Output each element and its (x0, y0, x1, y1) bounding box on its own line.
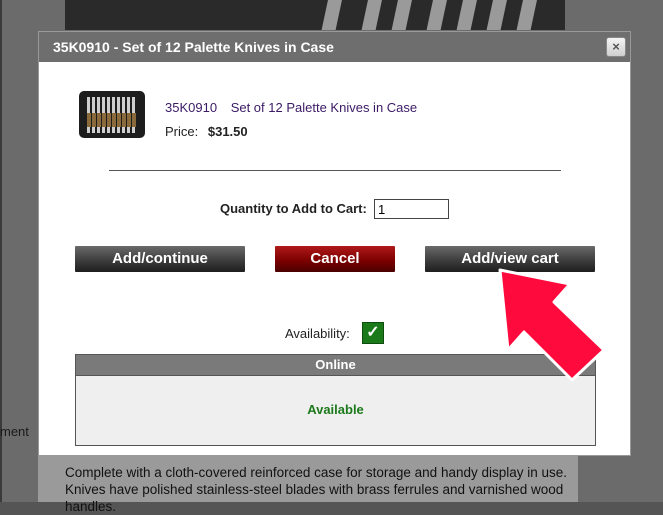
divider (109, 170, 561, 171)
close-button[interactable]: × (606, 37, 626, 57)
close-icon: × (612, 39, 620, 54)
add-to-cart-dialog: 35K0910 - Set of 12 Palette Knives in Ca… (38, 31, 631, 456)
product-name-link[interactable]: 35K0910 Set of 12 Palette Knives in Case (165, 100, 417, 115)
availability-label: Availability: (285, 326, 350, 341)
background-sidebar-text: ment (0, 424, 29, 439)
price-label: Price: (165, 124, 199, 139)
background-description: Complete with a cloth-covered reinforced… (38, 456, 578, 514)
pointer-arrow-icon (498, 268, 606, 382)
product-sku: 35K0910 (165, 100, 218, 115)
product-thumbnail[interactable] (79, 91, 145, 138)
dialog-title: 35K0910 - Set of 12 Palette Knives in Ca… (53, 39, 334, 55)
price-value: $31.50 (207, 124, 248, 139)
cancel-button[interactable]: Cancel (275, 246, 395, 272)
product-title: Set of 12 Palette Knives in Case (230, 100, 418, 115)
quantity-input[interactable] (374, 199, 449, 219)
add-continue-button[interactable]: Add/continue (75, 246, 245, 272)
dialog-header: 35K0910 - Set of 12 Palette Knives in Ca… (39, 32, 630, 62)
dialog-body: 35K0910 Set of 12 Palette Knives in Case… (39, 62, 630, 457)
background-product-photo (65, 0, 565, 30)
price-row: Price: $31.50 (165, 124, 248, 139)
quantity-label: Quantity to Add to Cart: (220, 201, 367, 216)
availability-check-icon: ✓ (362, 322, 384, 344)
